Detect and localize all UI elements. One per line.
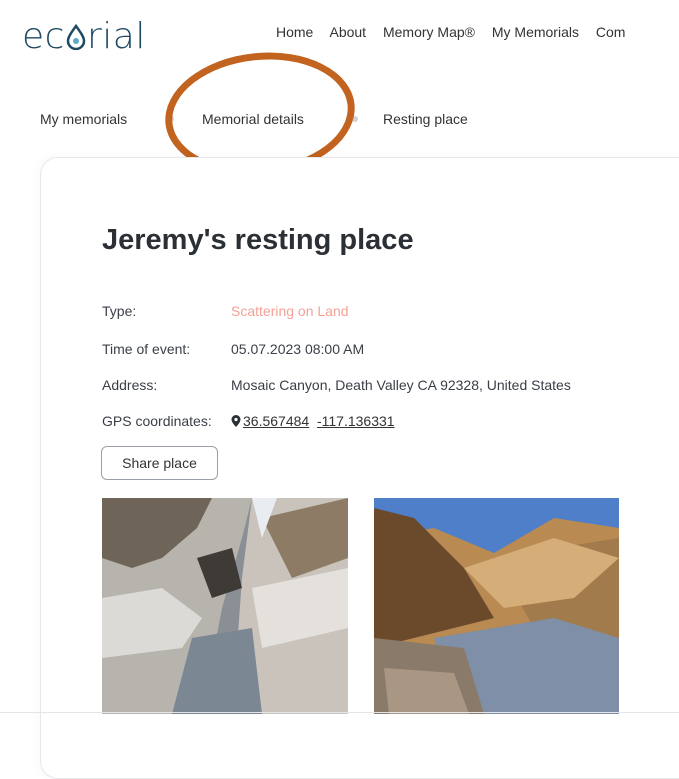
address-value: Mosaic Canyon, Death Valley CA 92328, Un… bbox=[231, 377, 571, 393]
type-value: Scattering on Land bbox=[231, 303, 349, 319]
address-label: Address: bbox=[102, 377, 158, 393]
type-row: Type: Scattering on Land bbox=[102, 303, 349, 319]
breadcrumb-my-memorials[interactable]: My memorials bbox=[40, 111, 127, 127]
nav-my-memorials[interactable]: My Memorials bbox=[492, 24, 579, 40]
breadcrumb-separator bbox=[352, 116, 358, 122]
time-value: 05.07.2023 08:00 AM bbox=[231, 341, 365, 357]
breadcrumb-separator bbox=[168, 116, 174, 122]
canyon-photo-image bbox=[102, 498, 348, 714]
breadcrumb-resting-place: Resting place bbox=[383, 111, 468, 127]
time-row: Time of event: 05.07.2023 08:00 AM bbox=[102, 341, 364, 357]
logo-drop-icon bbox=[65, 18, 87, 51]
main-nav: Home About Memory Map® My Memorials Com bbox=[276, 24, 638, 40]
footer-divider bbox=[0, 712, 679, 713]
gps-label: GPS coordinates: bbox=[102, 413, 212, 429]
ecorial-logo[interactable]: ec rial bbox=[22, 16, 146, 57]
resting-place-photo-1[interactable] bbox=[102, 498, 348, 714]
map-pin-icon bbox=[231, 414, 241, 427]
page-title: Jeremy's resting place bbox=[102, 224, 414, 256]
gps-row: GPS coordinates: 36.567484 -117.136331 bbox=[102, 413, 395, 429]
gps-longitude-link[interactable]: -117.136331 bbox=[317, 413, 395, 429]
time-label: Time of event: bbox=[102, 341, 191, 357]
breadcrumb-memorial-details[interactable]: Memorial details bbox=[202, 111, 304, 127]
gps-latitude-link[interactable]: 36.567484 bbox=[243, 413, 309, 429]
canyon-photo-image bbox=[374, 498, 619, 714]
nav-about[interactable]: About bbox=[329, 24, 366, 40]
resting-place-photo-2[interactable] bbox=[374, 498, 619, 714]
nav-home[interactable]: Home bbox=[276, 24, 313, 40]
nav-memory-map[interactable]: Memory Map® bbox=[383, 24, 475, 40]
share-place-button[interactable]: Share place bbox=[101, 446, 218, 480]
address-row: Address: Mosaic Canyon, Death Valley CA … bbox=[102, 377, 571, 393]
nav-contact[interactable]: Com bbox=[596, 24, 626, 40]
gps-value: 36.567484 -117.136331 bbox=[231, 413, 395, 429]
logo-text-start: ec bbox=[22, 16, 65, 57]
type-label: Type: bbox=[102, 303, 137, 319]
logo-text-end: rial bbox=[86, 16, 146, 57]
